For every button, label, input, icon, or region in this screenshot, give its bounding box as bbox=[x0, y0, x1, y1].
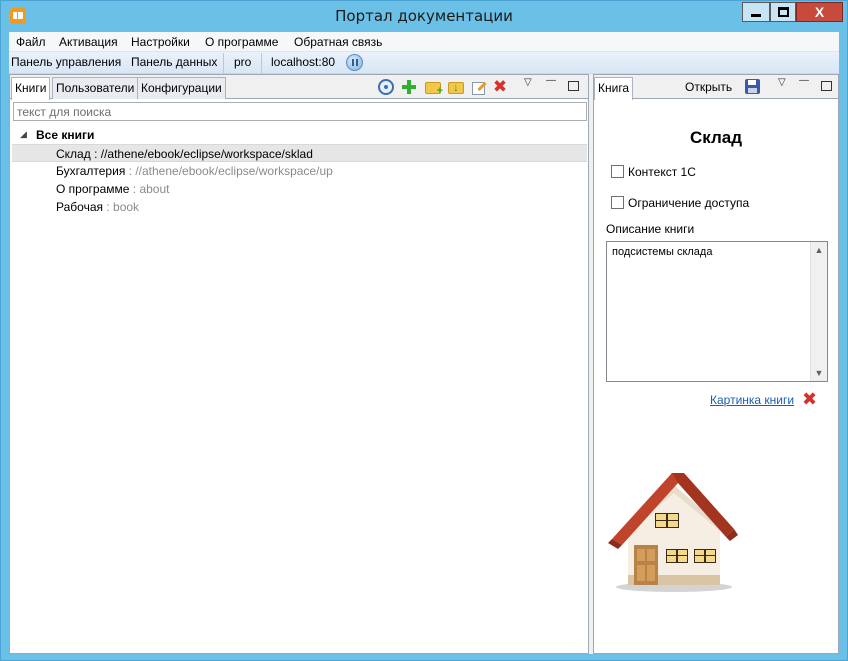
menu-activation[interactable]: Активация bbox=[59, 35, 118, 49]
checkbox-label: Ограничение доступа bbox=[628, 196, 750, 210]
tab-book[interactable]: Книга bbox=[594, 77, 634, 100]
description-textarea[interactable]: подсистемы склада ▲ ▼ bbox=[606, 241, 828, 382]
book-details-panel: Книга Открыть ▽ — Склад Контекст 1С Огра… bbox=[593, 74, 839, 654]
tree-item[interactable]: Рабочая : book bbox=[12, 198, 587, 216]
scroll-up-icon[interactable]: ▲ bbox=[811, 242, 827, 258]
close-icon: X bbox=[814, 4, 825, 20]
toolbar-divider bbox=[223, 53, 224, 73]
folder-add-icon[interactable] bbox=[425, 82, 443, 97]
workspace: Книги Пользователи Конфигурации ✖ ▽ — ◢ … bbox=[9, 74, 839, 654]
minimize-button[interactable] bbox=[742, 2, 770, 22]
tree-item-name: Рабочая bbox=[56, 200, 103, 214]
tab-configurations[interactable]: Конфигурации bbox=[137, 77, 226, 99]
tree-root[interactable]: ◢ Все книги bbox=[10, 126, 588, 144]
close-button[interactable]: X bbox=[796, 2, 843, 22]
search-input[interactable] bbox=[13, 102, 587, 121]
tree-item-name: Бухгалтерия bbox=[56, 164, 126, 178]
tree-item[interactable]: Склад : //athene/ebook/eclipse/workspace… bbox=[12, 144, 587, 162]
books-panel-tabbar: Книги Пользователи Конфигурации ✖ ▽ — bbox=[10, 75, 588, 100]
minimize-view-icon[interactable]: — bbox=[546, 75, 556, 86]
tree-item-path: book bbox=[113, 200, 140, 214]
maximize-view-icon[interactable] bbox=[568, 81, 579, 91]
book-details-tabbar: Книга Открыть ▽ — bbox=[594, 75, 838, 100]
book-title: Склад bbox=[689, 128, 743, 147]
edition-label: pro bbox=[234, 55, 252, 69]
maximize-icon bbox=[778, 7, 789, 17]
tree-item-name: О программе bbox=[56, 182, 130, 196]
description-scrollbar[interactable]: ▲ ▼ bbox=[810, 242, 827, 381]
description-text: подсистемы склада bbox=[612, 246, 713, 258]
books-panel: Книги Пользователи Конфигурации ✖ ▽ — ◢ … bbox=[9, 74, 589, 654]
view-menu-icon[interactable]: ▽ bbox=[778, 77, 786, 88]
menu-settings[interactable]: Настройки bbox=[131, 35, 190, 49]
minimize-view-icon[interactable]: — bbox=[799, 75, 809, 86]
main-toolbar: Панель управления Панель данных pro loca… bbox=[9, 52, 839, 74]
title-bar[interactable]: Портал документации X bbox=[1, 1, 847, 32]
menu-feedback[interactable]: Обратная связь bbox=[294, 35, 382, 49]
window-title: Портал документации bbox=[335, 7, 513, 25]
pause-icon[interactable] bbox=[346, 54, 363, 71]
control-panel-button[interactable]: Панель управления bbox=[11, 55, 121, 69]
add-icon[interactable] bbox=[401, 79, 417, 95]
maximize-view-icon[interactable] bbox=[821, 81, 832, 91]
menu-file[interactable]: Файл bbox=[16, 35, 46, 49]
menu-bar: Файл Активация Настройки О программе Обр… bbox=[9, 32, 839, 52]
checkbox-box[interactable] bbox=[611, 165, 624, 178]
tree-item-separator: : bbox=[129, 182, 140, 196]
scroll-down-icon[interactable]: ▼ bbox=[811, 365, 827, 381]
remove-picture-icon[interactable]: ✖ bbox=[802, 389, 817, 410]
maximize-button[interactable] bbox=[770, 2, 796, 22]
book-picture-link[interactable]: Картинка книги bbox=[710, 393, 794, 407]
refresh-icon[interactable] bbox=[378, 79, 394, 95]
folder-import-icon[interactable] bbox=[448, 80, 464, 94]
collapse-arrow-icon[interactable]: ◢ bbox=[20, 129, 27, 140]
tree-item[interactable]: Бухгалтерия : //athene/ebook/eclipse/wor… bbox=[12, 162, 587, 180]
tree-root-label: Все книги bbox=[36, 128, 95, 142]
toolbar-divider bbox=[261, 53, 262, 73]
edit-icon[interactable] bbox=[471, 79, 487, 95]
tree-item[interactable]: О программе : about bbox=[12, 180, 587, 198]
tab-books[interactable]: Книги bbox=[11, 77, 51, 100]
house-image bbox=[608, 473, 738, 592]
tree-item-path: about bbox=[139, 182, 170, 196]
tree-item-path: //athene/ebook/eclipse/workspace/sklad bbox=[100, 147, 313, 161]
app-window: Портал документации X Файл Активация Нас… bbox=[0, 0, 848, 661]
tree-item-separator: : bbox=[90, 147, 101, 161]
tree-item-name: Склад bbox=[56, 147, 91, 161]
data-panel-button[interactable]: Панель данных bbox=[131, 55, 217, 69]
tab-users[interactable]: Пользователи bbox=[52, 77, 139, 99]
checkbox-label: Контекст 1С bbox=[628, 165, 696, 179]
delete-icon[interactable]: ✖ bbox=[492, 78, 508, 95]
checkbox-box[interactable] bbox=[611, 196, 624, 209]
tree-item-separator: : bbox=[103, 200, 114, 214]
view-menu-icon[interactable]: ▽ bbox=[524, 77, 532, 88]
tree-item-path: //athene/ebook/eclipse/workspace/up bbox=[135, 164, 333, 178]
save-icon[interactable] bbox=[745, 79, 760, 94]
open-button[interactable]: Открыть bbox=[685, 80, 732, 94]
description-label: Описание книги bbox=[606, 222, 695, 236]
server-address: localhost:80 bbox=[271, 55, 336, 69]
tree-item-separator: : bbox=[125, 164, 136, 178]
menu-about[interactable]: О программе bbox=[205, 35, 278, 49]
minimize-icon bbox=[751, 14, 761, 17]
